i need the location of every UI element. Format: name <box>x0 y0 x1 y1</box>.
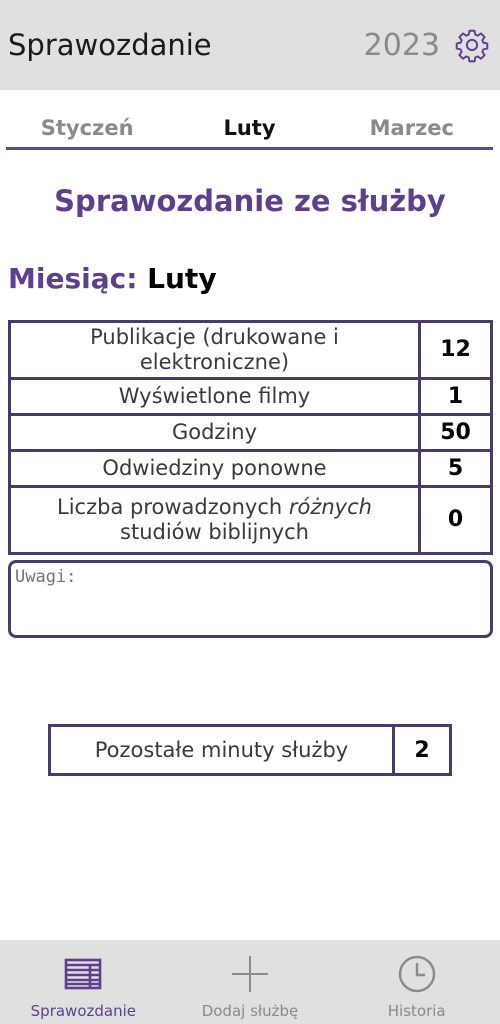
stat-value-hours[interactable]: 50 <box>418 413 493 453</box>
gear-icon[interactable] <box>454 27 490 63</box>
remaining-minutes-box: Pozostałe minuty służby 2 <box>48 724 452 776</box>
month-line: Miesiąc: Luty <box>8 262 217 295</box>
month-value: Luty <box>147 262 217 295</box>
tab-styczen[interactable]: Styczeń <box>6 108 168 147</box>
remaining-minutes-value: 2 <box>414 737 430 763</box>
stat-label-publications: Publikacje (drukowane i elektroniczne) <box>8 319 421 381</box>
report-table-icon <box>65 958 102 990</box>
stat-label-hours: Godziny <box>8 413 421 453</box>
table-row: Godziny 50 <box>8 413 493 453</box>
bottom-nav: Sprawozdanie Dodaj służbę Historia <box>0 940 500 1024</box>
stat-label-bible-studies-em: różnych <box>288 495 372 520</box>
report-title: Sprawozdanie ze służby <box>54 184 446 218</box>
nav-item-add-service[interactable]: Dodaj służbę <box>167 940 334 1024</box>
stat-label-videos: Wyświetlone filmy <box>8 377 421 417</box>
table-row: Odwiedziny ponowne 5 <box>8 449 493 489</box>
clock-icon <box>398 955 435 993</box>
table-row: Publikacje (drukowane i elektroniczne) 1… <box>8 319 493 381</box>
plus-icon <box>232 956 268 992</box>
stat-label-return-visits: Odwiedziny ponowne <box>8 449 421 489</box>
nav-label-history: Historia <box>387 1002 446 1020</box>
tab-luty[interactable]: Luty <box>168 108 330 147</box>
stat-label-bible-studies: Liczba prowadzonych różnych studiów bibl… <box>8 485 421 556</box>
nav-item-history[interactable]: Historia <box>333 940 500 1024</box>
stat-label-bible-studies-post: studiów biblijnych <box>120 520 309 545</box>
month-tabs: Styczeń Luty Marzec <box>6 108 493 150</box>
stat-value-publications[interactable]: 12 <box>418 319 493 381</box>
nav-item-report[interactable]: Sprawozdanie <box>0 940 167 1024</box>
stat-value-return-visits[interactable]: 5 <box>418 449 493 489</box>
remaining-minutes-label: Pozostałe minuty służby <box>51 727 395 773</box>
year-label[interactable]: 2023 <box>364 28 440 63</box>
stat-value-videos[interactable]: 1 <box>418 377 493 417</box>
month-label: Miesiąc: <box>8 262 138 295</box>
nav-label-add-service: Dodaj służbę <box>201 1002 299 1020</box>
table-row: Liczba prowadzonych różnych studiów bibl… <box>8 485 493 556</box>
tab-marzec[interactable]: Marzec <box>331 108 493 147</box>
app-header: Sprawozdanie 2023 <box>0 0 500 90</box>
stat-value-bible-studies[interactable]: 0 <box>418 485 493 556</box>
stat-label-bible-studies-pre: Liczba prowadzonych <box>57 495 289 520</box>
header-right: 2023 <box>364 27 490 63</box>
app-title: Sprawozdanie <box>8 28 212 62</box>
nav-label-report: Sprawozdanie <box>30 1002 136 1020</box>
notes-field[interactable] <box>8 560 493 638</box>
stats-table: Publikacje (drukowane i elektroniczne) 1… <box>8 319 493 556</box>
table-row: Wyświetlone filmy 1 <box>8 377 493 417</box>
